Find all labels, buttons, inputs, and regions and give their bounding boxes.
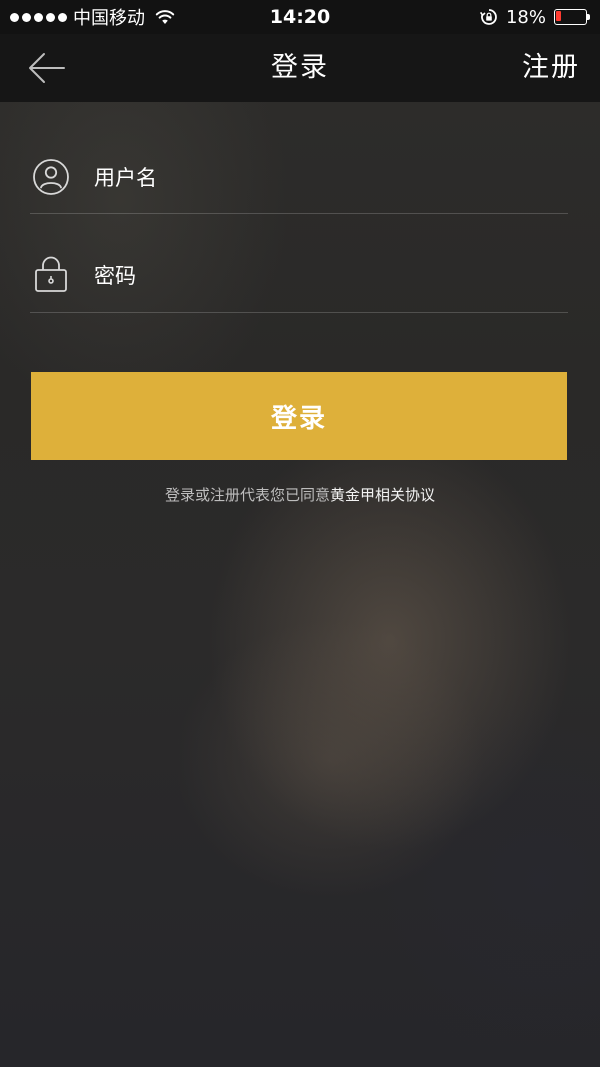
- rotation-lock-icon: [479, 9, 497, 25]
- password-row: [30, 214, 568, 313]
- battery-icon: [554, 9, 590, 25]
- password-input[interactable]: [94, 256, 554, 296]
- user-icon: [33, 159, 69, 195]
- register-button[interactable]: 注册: [522, 34, 580, 102]
- username-input[interactable]: [94, 158, 554, 198]
- arrow-left-icon: [29, 53, 65, 83]
- login-button[interactable]: 登录: [31, 372, 567, 460]
- status-right: 18%: [479, 0, 590, 34]
- username-row: [30, 115, 568, 214]
- status-bar: 中国移动 14:20 18%: [0, 0, 600, 34]
- agreement-text: 登录或注册代表您已同意黄金甲相关协议: [0, 484, 600, 505]
- nav-bar: 登录 注册: [0, 34, 600, 102]
- agreement-prefix: 登录或注册代表您已同意: [164, 486, 330, 504]
- lock-icon: [35, 256, 67, 292]
- page-title: 登录: [271, 52, 329, 83]
- agreement-link[interactable]: 黄金甲相关协议: [330, 486, 435, 504]
- back-button[interactable]: [26, 48, 68, 88]
- login-screen: 中国移动 14:20 18% 登录 注册 用户名 登录 登录或注册代表您已同意黄…: [0, 0, 600, 1067]
- battery-percent: 18%: [505, 6, 546, 28]
